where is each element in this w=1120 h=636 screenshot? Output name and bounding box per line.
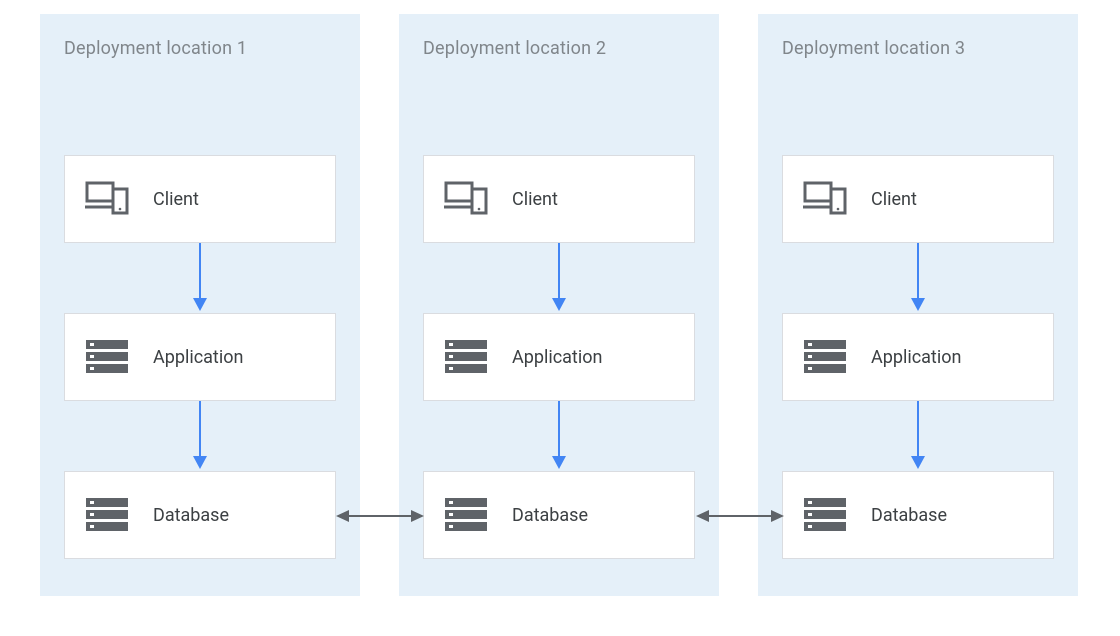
node-label: Client — [871, 189, 917, 210]
server-stack-icon — [85, 335, 129, 379]
application-node: Application — [64, 313, 336, 401]
panel-title: Deployment location 3 — [782, 38, 1054, 59]
deployment-location-panel: Deployment location 2 Client — [399, 14, 719, 596]
panel-title: Deployment location 1 — [64, 38, 336, 59]
diagram-canvas: Deployment location 1 Client — [0, 0, 1120, 636]
arrow-down — [423, 243, 695, 313]
client-node: Client — [64, 155, 336, 243]
client-node: Client — [423, 155, 695, 243]
arrow-down — [423, 401, 695, 471]
bidirectional-arrow — [336, 508, 424, 524]
arrow-down — [782, 243, 1054, 313]
node-label: Application — [153, 347, 243, 368]
application-node: Application — [782, 313, 1054, 401]
node-label: Application — [871, 347, 961, 368]
server-stack-icon — [444, 335, 488, 379]
node-label: Application — [512, 347, 602, 368]
node-label: Client — [512, 189, 558, 210]
node-label: Database — [153, 505, 229, 526]
client-devices-icon — [803, 177, 847, 221]
node-label: Database — [871, 505, 947, 526]
client-devices-icon — [85, 177, 129, 221]
node-label: Database — [512, 505, 588, 526]
server-stack-icon — [803, 335, 847, 379]
node-label: Client — [153, 189, 199, 210]
client-devices-icon — [444, 177, 488, 221]
arrow-down — [64, 401, 336, 471]
deployment-location-panel: Deployment location 3 Client — [758, 14, 1078, 596]
database-node: Database — [64, 471, 336, 559]
bidirectional-arrow — [696, 508, 784, 524]
arrow-down — [782, 401, 1054, 471]
panel-title: Deployment location 2 — [423, 38, 695, 59]
arrow-down — [64, 243, 336, 313]
database-node: Database — [782, 471, 1054, 559]
database-node: Database — [423, 471, 695, 559]
deployment-location-panel: Deployment location 1 Client — [40, 14, 360, 596]
server-stack-icon — [803, 493, 847, 537]
server-stack-icon — [85, 493, 129, 537]
client-node: Client — [782, 155, 1054, 243]
server-stack-icon — [444, 493, 488, 537]
application-node: Application — [423, 313, 695, 401]
